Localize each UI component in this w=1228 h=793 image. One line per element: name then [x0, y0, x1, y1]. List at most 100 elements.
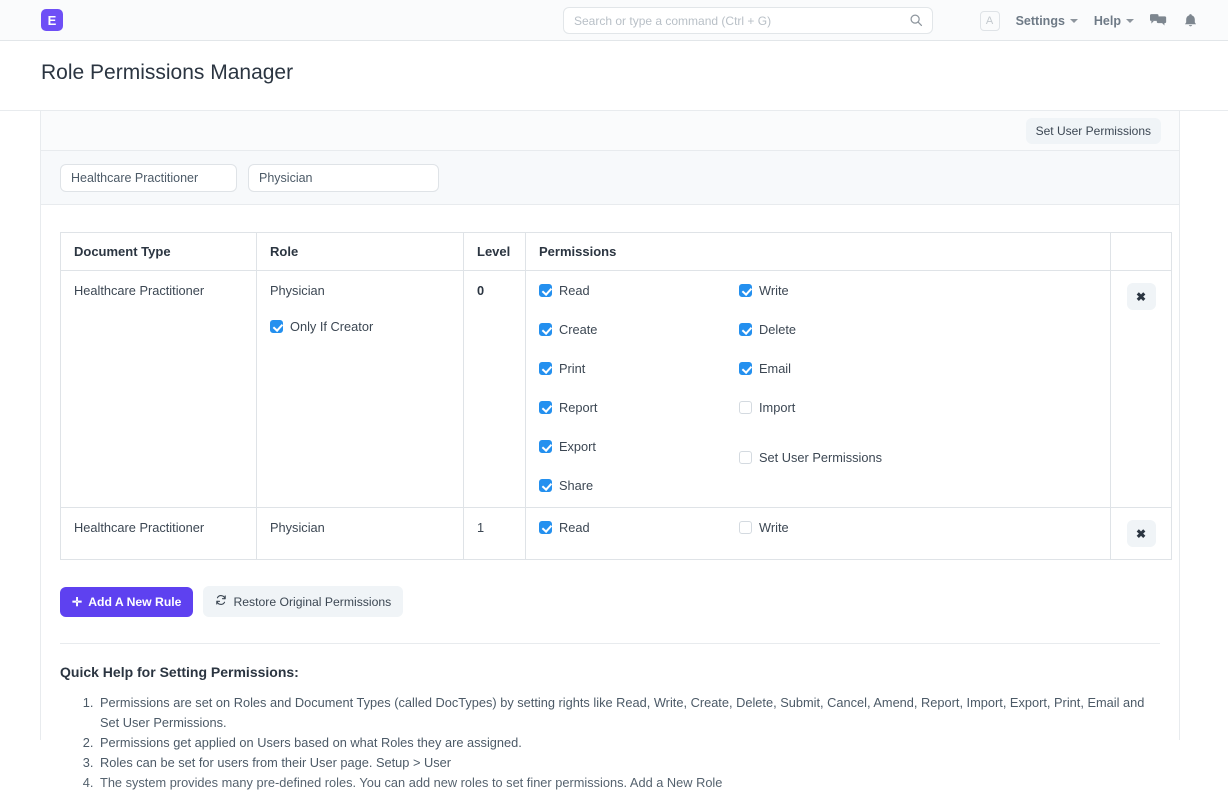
document-type-filter-input[interactable] [60, 164, 237, 192]
help-item: The system provides many pre-defined rol… [97, 773, 1160, 793]
permission-import-label[interactable]: Import [759, 400, 795, 415]
delete-rule-button[interactable]: ✖ [1127, 520, 1156, 547]
cell-role: Physician [257, 508, 464, 560]
permission-email-label[interactable]: Email [759, 361, 791, 376]
permission-share[interactable]: Share [539, 478, 739, 493]
permission-print[interactable]: Print [539, 361, 739, 376]
cell-permissions: Read Write Create [526, 271, 1111, 508]
add-new-rule-label: Add A New Rule [88, 595, 181, 609]
permission-report[interactable]: Report [539, 400, 739, 415]
only-if-creator-checkbox[interactable] [270, 320, 283, 333]
cell-document-type: Healthcare Practitioner [61, 508, 257, 560]
permission-write[interactable]: Write [739, 520, 939, 535]
permission-delete[interactable]: Delete [739, 322, 939, 337]
permission-set-user-permissions[interactable]: Set User Permissions [739, 439, 939, 476]
quick-help-list: Permissions are set on Roles and Documen… [60, 693, 1160, 793]
comment-icon[interactable] [1150, 13, 1167, 28]
search-input[interactable] [564, 8, 894, 33]
permission-export-checkbox[interactable] [539, 440, 552, 453]
column-header-permissions: Permissions [526, 233, 1111, 271]
permission-set-user-permissions-checkbox[interactable] [739, 451, 752, 464]
permission-report-label[interactable]: Report [559, 400, 597, 415]
permission-import[interactable]: Import [739, 400, 939, 415]
help-item: Permissions are set on Roles and Documen… [97, 693, 1160, 733]
permission-report-checkbox[interactable] [539, 401, 552, 414]
permission-read-checkbox[interactable] [539, 284, 552, 297]
permission-read-label[interactable]: Read [559, 520, 590, 535]
cell-document-type: Healthcare Practitioner [61, 271, 257, 508]
add-new-rule-button[interactable]: ✛ Add A New Rule [60, 587, 193, 617]
permission-share-checkbox[interactable] [539, 479, 552, 492]
permission-export-label[interactable]: Export [559, 439, 596, 454]
avatar-letter: A [986, 15, 993, 27]
permission-share-label[interactable]: Share [559, 478, 593, 493]
restore-original-permissions-button[interactable]: Restore Original Permissions [203, 586, 403, 617]
bell-icon[interactable] [1183, 13, 1198, 29]
chevron-down-icon [1126, 19, 1134, 23]
cell-level: 0 [464, 271, 526, 508]
delete-rule-button[interactable]: ✖ [1127, 283, 1156, 310]
permission-export[interactable]: Export [539, 439, 739, 454]
page-title: Role Permissions Manager [41, 61, 293, 85]
cell-permissions: Read Write [526, 508, 1111, 560]
permission-write-checkbox[interactable] [739, 521, 752, 534]
permissions-table: Document Type Role Level Permissions Hea… [60, 232, 1172, 560]
chevron-down-icon [1070, 19, 1078, 23]
permission-create[interactable]: Create [539, 322, 739, 337]
permission-create-checkbox[interactable] [539, 323, 552, 336]
permission-print-checkbox[interactable] [539, 362, 552, 375]
quick-help-section: Quick Help for Setting Permissions: Perm… [41, 644, 1179, 793]
permission-read[interactable]: Read [539, 520, 739, 535]
app-logo[interactable]: E [41, 9, 63, 31]
table-row: Healthcare Practitioner Physician Only I… [61, 271, 1172, 508]
top-navbar: E A Settings Help [0, 0, 1228, 41]
settings-label: Settings [1016, 14, 1065, 28]
permission-print-label[interactable]: Print [559, 361, 585, 376]
global-search[interactable] [563, 7, 933, 34]
cell-actions: ✖ [1111, 271, 1172, 508]
permission-email[interactable]: Email [739, 361, 939, 376]
main-panel: Set User Permissions Document Type Role … [41, 111, 1180, 740]
permission-checkbox-grid: Read Write [539, 520, 1097, 537]
cell-role: Physician Only If Creator [257, 271, 464, 508]
permissions-table-area: Document Type Role Level Permissions Hea… [41, 205, 1179, 560]
permission-delete-label[interactable]: Delete [759, 322, 796, 337]
table-header-row: Document Type Role Level Permissions [61, 233, 1172, 271]
table-row: Healthcare Practitioner Physician 1 Read… [61, 508, 1172, 560]
permission-write-label[interactable]: Write [759, 283, 789, 298]
permission-read-checkbox[interactable] [539, 521, 552, 534]
permission-email-checkbox[interactable] [739, 362, 752, 375]
navbar-right-group: A Settings Help [980, 0, 1198, 41]
avatar[interactable]: A [980, 11, 1000, 31]
only-if-creator-label[interactable]: Only If Creator [290, 319, 373, 334]
permission-write-checkbox[interactable] [739, 284, 752, 297]
plus-icon: ✛ [72, 595, 82, 609]
permission-write[interactable]: Write [739, 283, 939, 298]
set-user-permissions-button[interactable]: Set User Permissions [1026, 118, 1161, 144]
permission-read[interactable]: Read [539, 283, 739, 298]
role-name: Physician [270, 283, 450, 298]
cell-actions: ✖ [1111, 508, 1172, 560]
settings-dropdown[interactable]: Settings [1016, 14, 1078, 28]
filter-bar [41, 151, 1179, 205]
search-icon[interactable] [909, 13, 923, 32]
app-logo-letter: E [48, 13, 57, 28]
permission-delete-checkbox[interactable] [739, 323, 752, 336]
page-header: Role Permissions Manager [0, 41, 1228, 111]
permission-create-label[interactable]: Create [559, 322, 597, 337]
column-header-document-type: Document Type [61, 233, 257, 271]
cell-level: 1 [464, 508, 526, 560]
permission-import-checkbox[interactable] [739, 401, 752, 414]
permission-write-label[interactable]: Write [759, 520, 789, 535]
help-label: Help [1094, 14, 1121, 28]
permission-set-user-permissions-label[interactable]: Set User Permissions [759, 450, 882, 465]
role-filter-input[interactable] [248, 164, 439, 192]
only-if-creator-checkbox-group[interactable]: Only If Creator [270, 319, 450, 336]
help-item: Permissions get applied on Users based o… [97, 733, 1160, 753]
permission-read-label[interactable]: Read [559, 283, 590, 298]
restore-original-permissions-label: Restore Original Permissions [233, 595, 391, 609]
column-header-actions [1111, 233, 1172, 271]
help-dropdown[interactable]: Help [1094, 14, 1134, 28]
column-header-role: Role [257, 233, 464, 271]
action-button-group: ✛ Add A New Rule Restore Original Permis… [41, 560, 1179, 617]
